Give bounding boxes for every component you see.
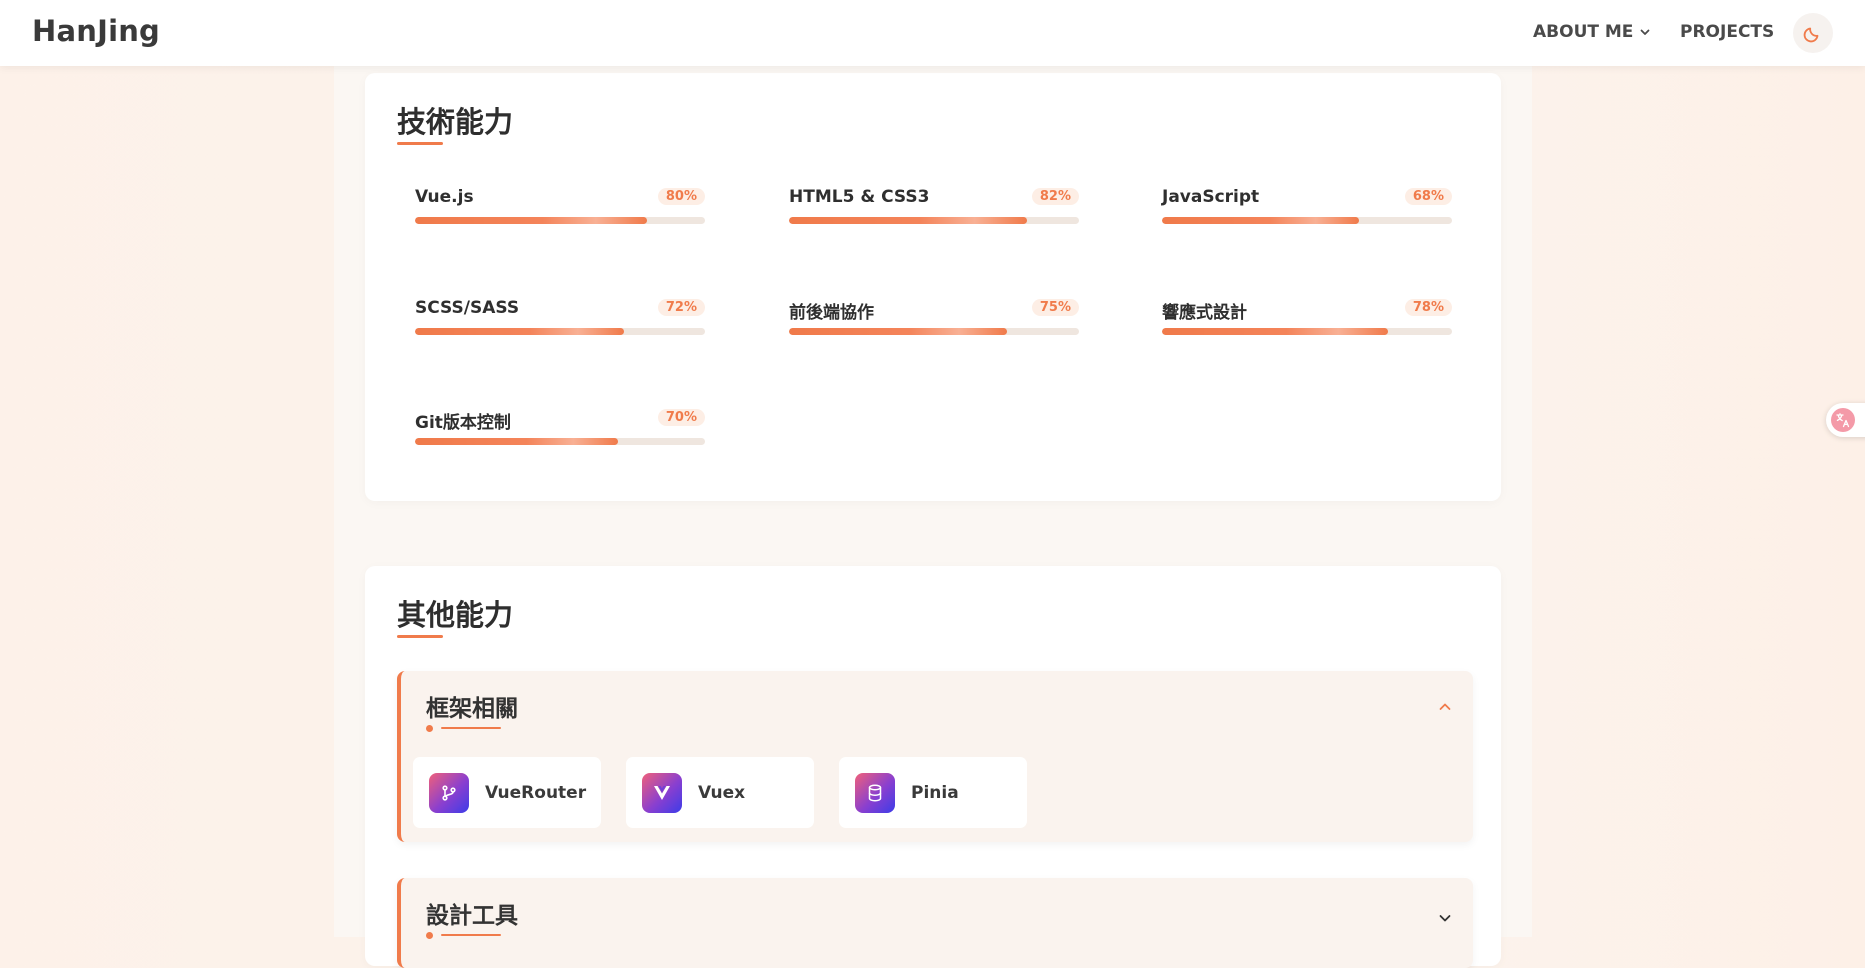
other-skills-card: 其他能力 框架相關 VueRouter Vuex Pinia 設計工具	[365, 566, 1501, 968]
skill-name: 響應式設計	[1162, 303, 1247, 323]
skill-progress-track	[415, 217, 705, 224]
chevron-up-icon[interactable]	[1437, 699, 1453, 715]
skill-percent-badge: 78%	[1404, 299, 1452, 316]
skill-name: Vue.js	[415, 187, 474, 207]
skill-item: Vue.js 80%	[415, 187, 705, 237]
skill-progress-track	[789, 328, 1079, 335]
skill-progress-track	[1162, 217, 1452, 224]
skill-percent-badge: 70%	[657, 409, 705, 426]
tech-skills-title-underline	[397, 142, 443, 145]
skill-item: Git版本控制 70%	[415, 408, 705, 458]
skill-name: JavaScript	[1162, 187, 1260, 207]
skill-item: 前後端協作 75%	[789, 298, 1079, 348]
tech-skills-title: 技術能力	[397, 105, 514, 139]
skill-percent-badge: 82%	[1031, 188, 1079, 205]
tech-skills-card: 技術能力 Vue.js 80% HTML5 & CSS3 82% JavaScr…	[365, 73, 1501, 501]
skill-item: HTML5 & CSS3 82%	[789, 187, 1079, 237]
skill-progress-fill	[415, 438, 618, 445]
skill-progress-fill	[415, 328, 624, 335]
database-icon	[855, 773, 895, 813]
theme-toggle-button[interactable]	[1793, 13, 1833, 53]
site-logo[interactable]: HanJing	[32, 14, 160, 48]
skill-progress-fill	[415, 217, 647, 224]
moon-icon	[1803, 27, 1819, 43]
tool-card-pinia[interactable]: Pinia	[839, 757, 1027, 828]
tool-card-vuex[interactable]: Vuex	[626, 757, 814, 828]
skill-percent-badge: 72%	[657, 299, 705, 316]
top-navbar: HanJing ABOUT ME PROJECTS	[0, 0, 1865, 66]
vue-logo-icon	[642, 773, 682, 813]
skill-progress-track	[789, 217, 1079, 224]
nav-about-me-label: ABOUT ME	[1533, 22, 1634, 42]
accordion-framework: 框架相關 VueRouter Vuex Pinia	[397, 671, 1473, 842]
skill-progress-fill	[789, 217, 1027, 224]
translate-floating-button[interactable]	[1826, 403, 1865, 437]
tool-label: Vuex	[698, 783, 746, 803]
skill-progress-track	[415, 438, 705, 445]
skill-progress-track	[1162, 328, 1452, 335]
skill-item: SCSS/SASS 72%	[415, 298, 705, 348]
skill-name: Git版本控制	[415, 413, 511, 433]
other-skills-title: 其他能力	[397, 598, 514, 632]
skill-percent-badge: 75%	[1031, 299, 1079, 316]
skill-name: 前後端協作	[789, 303, 874, 323]
skill-progress-fill	[1162, 217, 1360, 224]
skill-progress-fill	[1162, 328, 1389, 335]
nav-projects-label: PROJECTS	[1680, 22, 1775, 42]
tool-card-vuerouter[interactable]: VueRouter	[413, 757, 601, 828]
tool-label: Pinia	[911, 783, 959, 803]
skill-progress-fill	[789, 328, 1007, 335]
skill-item: JavaScript 68%	[1162, 187, 1452, 237]
nav-projects[interactable]: PROJECTS	[1680, 22, 1774, 42]
skill-name: SCSS/SASS	[415, 298, 520, 318]
accordion-design-tools-title[interactable]: 設計工具	[426, 896, 518, 930]
accordion-title-dot	[426, 725, 433, 732]
accordion-title-underline	[441, 934, 501, 936]
accordion-design-tools: 設計工具	[397, 878, 1473, 968]
translate-icon	[1831, 408, 1855, 432]
tool-label: VueRouter	[485, 783, 587, 803]
accordion-title-underline	[441, 727, 501, 729]
skill-percent-badge: 80%	[657, 188, 705, 205]
skill-percent-badge: 68%	[1404, 188, 1452, 205]
chevron-down-icon	[1641, 29, 1650, 35]
chevron-down-icon[interactable]	[1437, 910, 1453, 926]
nav-about-me[interactable]: ABOUT ME	[1533, 22, 1651, 42]
accordion-framework-title[interactable]: 框架相關	[426, 689, 518, 723]
skill-item: 響應式設計 78%	[1162, 298, 1452, 348]
git-branch-icon	[429, 773, 469, 813]
skill-name: HTML5 & CSS3	[789, 187, 930, 207]
other-skills-title-underline	[397, 635, 443, 638]
skill-progress-track	[415, 328, 705, 335]
accordion-title-dot	[426, 932, 433, 939]
